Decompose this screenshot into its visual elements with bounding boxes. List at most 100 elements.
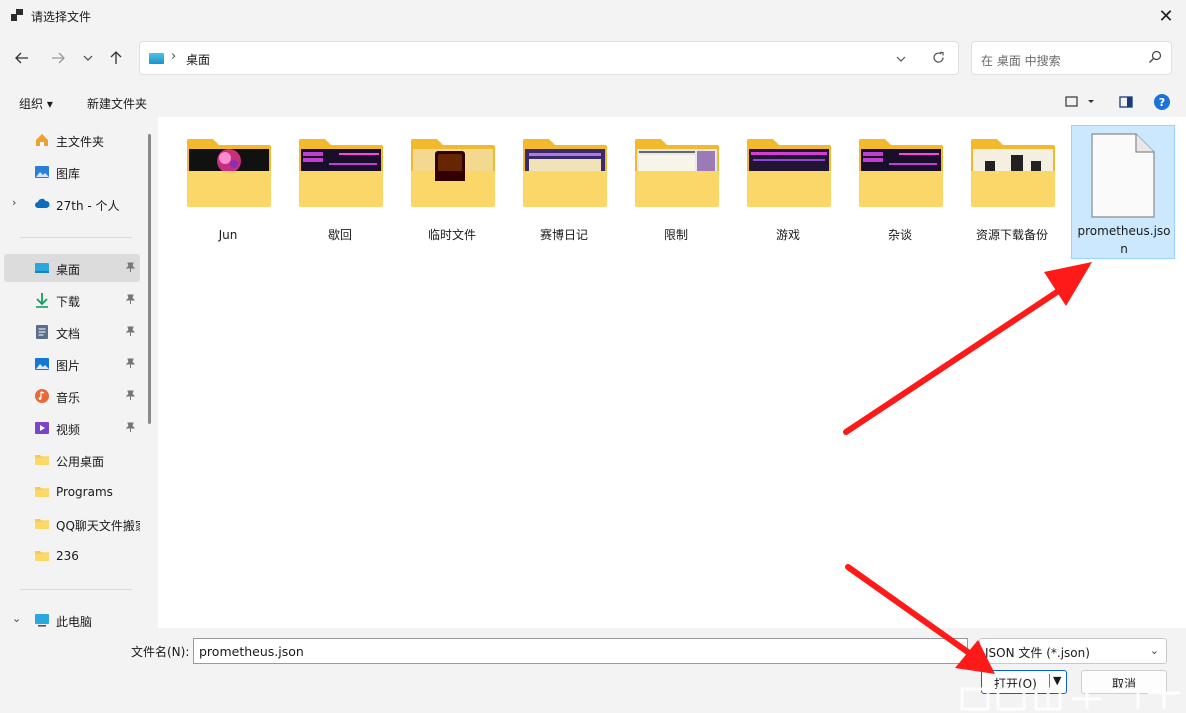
navigation-pane: 主文件夹 图库 › 27th - 个人 桌面 下载 文档 图片 音乐 视频 公用… — [0, 120, 158, 628]
desktop-icon — [35, 263, 49, 273]
sidebar-item-music[interactable]: 音乐 — [4, 382, 140, 410]
search-input[interactable]: 在 桌面 中搜索 — [971, 41, 1172, 75]
breadcrumb-separator: › — [171, 49, 177, 64]
download-icon — [36, 293, 48, 308]
refresh-icon — [933, 51, 944, 63]
up-button[interactable] — [105, 44, 127, 72]
chevron-right-icon[interactable]: › — [12, 196, 16, 209]
folder-item[interactable]: 游戏 — [735, 121, 839, 259]
folder-item[interactable]: 赛博日记 — [511, 121, 615, 259]
file-item-selected[interactable]: prometheus.json — [1071, 125, 1175, 259]
filename-label: 文件名(N): — [131, 645, 190, 659]
home-icon — [36, 134, 48, 146]
help-button[interactable]: ? — [1154, 94, 1170, 110]
sidebar-divider — [20, 237, 132, 238]
chevron-down-icon — [896, 56, 906, 62]
folder-item[interactable]: 杂谈 — [847, 121, 951, 259]
this-pc-icon — [35, 614, 49, 627]
forward-button[interactable] — [47, 44, 69, 72]
sidebar-item-label: 236 — [56, 549, 79, 563]
file-icon — [1091, 133, 1155, 218]
sidebar-item-pictures[interactable]: 图片 — [4, 350, 140, 378]
sidebar-item-gallery[interactable]: 图库 — [4, 158, 140, 186]
folder-icon — [35, 487, 49, 497]
folder-icon — [187, 139, 271, 207]
item-name: Jun — [218, 228, 238, 242]
arrow-left-icon — [15, 52, 28, 64]
title-bar: 请选择文件 ✕ — [0, 0, 1186, 32]
gallery-icon — [35, 166, 49, 178]
sidebar-item-label: Programs — [56, 485, 113, 499]
sidebar-item-documents[interactable]: 文档 — [4, 318, 140, 346]
recent-locations-button[interactable] — [77, 44, 99, 72]
item-name: 限制 — [663, 228, 688, 242]
sidebar-item-236[interactable]: 236 — [4, 542, 140, 570]
change-view-button[interactable] — [1065, 96, 1101, 111]
sidebar-item-videos[interactable]: 视频 — [4, 414, 140, 442]
sidebar-item-label: 图库 — [56, 167, 81, 181]
back-button[interactable] — [11, 44, 33, 72]
filename-input[interactable]: prometheus.json — [193, 638, 968, 664]
sidebar-item-this-pc[interactable]: ⌄ 此电脑 — [4, 606, 140, 628]
sidebar-divider — [20, 589, 132, 590]
sidebar-item-public-desktop[interactable]: 公用桌面 — [4, 446, 140, 474]
breadcrumb-desktop[interactable]: 桌面 — [186, 51, 210, 68]
sidebar-item-desktop[interactable]: 桌面 — [4, 254, 140, 282]
folder-item[interactable]: 临时文件 — [399, 121, 503, 259]
command-bar: 组织 ▾ 新建文件夹 ? — [0, 88, 1186, 116]
sidebar-item-label: 视频 — [56, 423, 81, 437]
sidebar-item-label: 音乐 — [56, 391, 81, 405]
preview-pane-button[interactable] — [1119, 96, 1133, 111]
folder-item[interactable]: 歇回 — [287, 121, 391, 259]
folder-icon — [35, 519, 49, 529]
search-icon — [1149, 50, 1162, 63]
folder-item[interactable]: Jun — [175, 121, 279, 259]
pictures-icon — [35, 358, 49, 370]
item-name: prometheus.json — [1077, 224, 1171, 256]
folder-icon — [523, 139, 607, 207]
sidebar-item-label: 此电脑 — [56, 615, 93, 628]
filetype-value: JSON 文件 (*.json) — [985, 646, 1090, 660]
file-list: Jun 歇回 临时文件 赛博日记 限制 游戏 杂谈 资源下载备份 prometh… — [158, 117, 1186, 628]
onedrive-cloud-icon — [35, 198, 50, 208]
sidebar-item-onedrive[interactable]: › 27th - 个人 — [4, 190, 140, 218]
address-bar[interactable]: › 桌面 — [139, 41, 959, 75]
pin-icon — [125, 422, 136, 435]
folder-icon — [859, 139, 943, 207]
sidebar-item-programs[interactable]: Programs — [4, 478, 140, 506]
pin-icon — [125, 358, 136, 371]
pin-icon — [125, 262, 136, 275]
item-name: 杂谈 — [887, 228, 912, 242]
organize-menu-button[interactable]: 组织 ▾ — [19, 95, 53, 112]
address-dropdown-button[interactable] — [896, 52, 906, 65]
pin-icon — [125, 294, 136, 307]
item-name: 赛博日记 — [539, 228, 588, 242]
folder-icon — [635, 139, 719, 207]
new-folder-button[interactable]: 新建文件夹 — [87, 95, 147, 112]
arrow-right-icon — [52, 52, 65, 64]
sidebar-item-home[interactable]: 主文件夹 — [4, 126, 140, 154]
sidebar-item-label: 图片 — [56, 359, 81, 373]
filetype-select[interactable]: JSON 文件 (*.json) ⌄ — [979, 638, 1167, 664]
music-icon — [35, 389, 49, 403]
watermark-graphic — [960, 687, 1180, 711]
close-button[interactable]: ✕ — [1146, 0, 1186, 32]
sidebar-item-qq-files[interactable]: QQ聊天文件搬家 — [4, 510, 140, 538]
chevron-down-icon: ⌄ — [1149, 644, 1159, 657]
refresh-button[interactable] — [932, 50, 945, 68]
sidebar-item-label: 桌面 — [56, 263, 81, 277]
folder-item[interactable]: 资源下载备份 — [959, 121, 1063, 259]
chevron-down-icon[interactable]: ⌄ — [12, 612, 21, 625]
item-name: 歇回 — [327, 228, 352, 242]
app-icon — [11, 9, 23, 21]
arrow-up-icon — [110, 51, 122, 64]
sidebar-scrollbar[interactable] — [148, 134, 151, 424]
sidebar-item-downloads[interactable]: 下载 — [4, 286, 140, 314]
folder-icon — [299, 139, 383, 207]
folder-item[interactable]: 限制 — [623, 121, 727, 259]
sidebar-item-label: 公用桌面 — [56, 455, 105, 469]
window-title: 请选择文件 — [31, 10, 92, 24]
chevron-down-icon — [83, 55, 93, 61]
folder-icon — [971, 139, 1055, 207]
navigation-bar: › 桌面 在 桌面 中搜索 — [0, 36, 1186, 80]
